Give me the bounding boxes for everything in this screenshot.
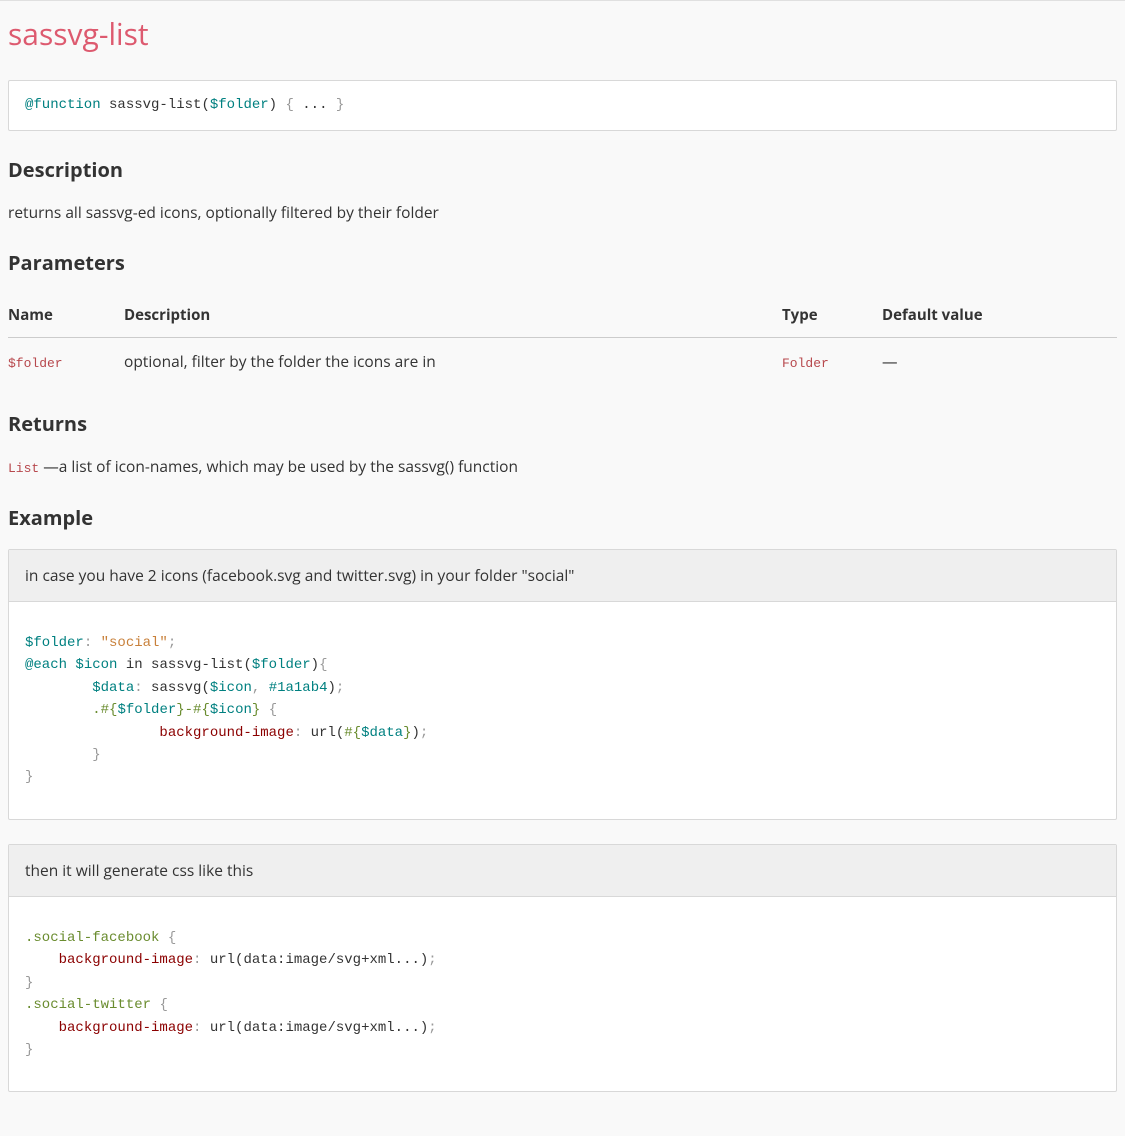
col-description-header: Description xyxy=(124,294,782,337)
example-caption: then it will generate css like this xyxy=(9,845,1116,897)
col-type-header: Type xyxy=(782,294,882,337)
param-type: Folder xyxy=(782,356,829,371)
param-description: optional, filter by the folder the icons… xyxy=(124,337,782,385)
example-heading: Example xyxy=(8,503,1117,533)
example-code: .social-facebook { background-image: url… xyxy=(9,911,1116,1077)
param-name: $folder xyxy=(8,356,63,371)
parameters-heading: Parameters xyxy=(8,248,1117,278)
page-title: sassvg-list xyxy=(8,11,1117,56)
example-block: in case you have 2 icons (facebook.svg a… xyxy=(8,549,1117,820)
parameters-header-row: Name Description Type Default value xyxy=(8,294,1117,337)
parameters-table: Name Description Type Default value $fol… xyxy=(8,294,1117,385)
returns-line: List —a list of icon-names, which may be… xyxy=(8,455,1117,479)
description-heading: Description xyxy=(8,155,1117,185)
param-default: — xyxy=(882,337,1117,385)
col-name-header: Name xyxy=(8,294,124,337)
example-block: then it will generate css like this .soc… xyxy=(8,844,1117,1093)
example-code: $folder: "social"; @each $icon in sassvg… xyxy=(9,616,1116,805)
function-signature: @function sassvg-list($folder) { ... } xyxy=(8,80,1117,131)
col-default-header: Default value xyxy=(882,294,1117,337)
description-text: returns all sassvg-ed icons, optionally … xyxy=(8,201,1117,224)
example-caption: in case you have 2 icons (facebook.svg a… xyxy=(9,550,1116,602)
returns-heading: Returns xyxy=(8,409,1117,439)
table-row: $folder optional, filter by the folder t… xyxy=(8,337,1117,385)
returns-text: a list of icon-names, which may be used … xyxy=(59,455,518,477)
returns-type: List xyxy=(8,461,39,476)
returns-sep: — xyxy=(39,455,59,477)
